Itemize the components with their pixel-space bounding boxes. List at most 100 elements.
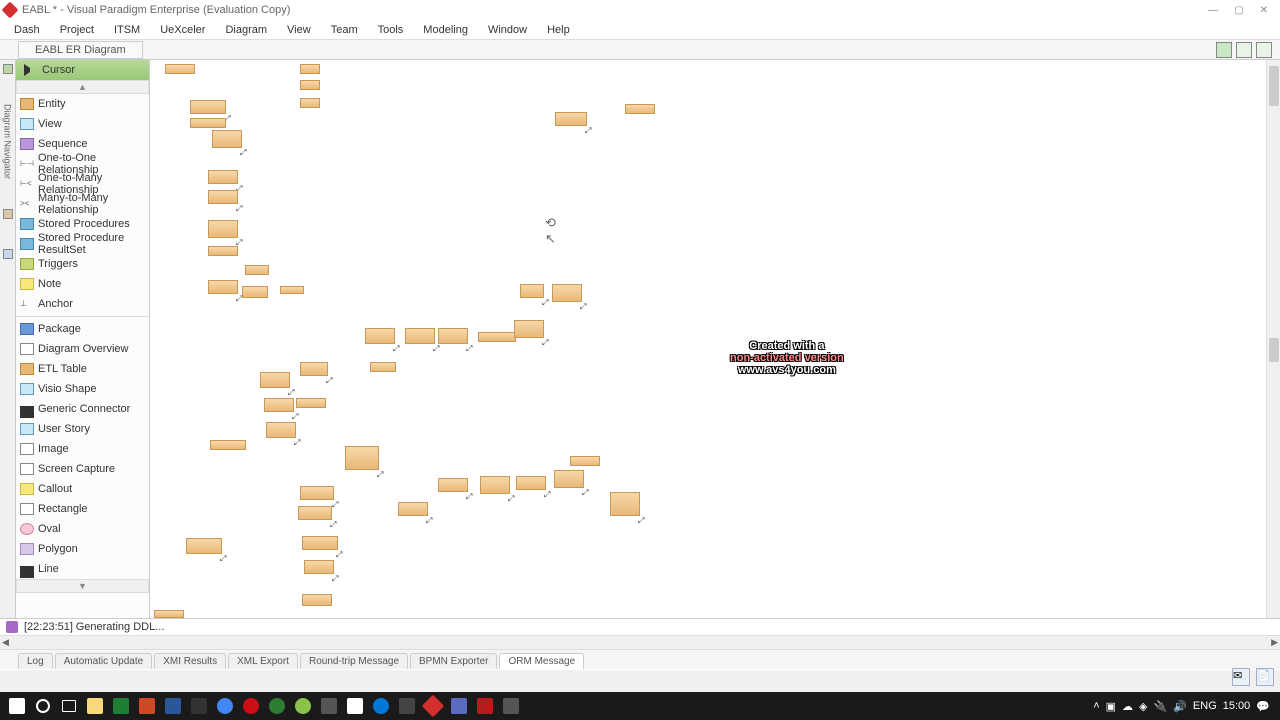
entity-box[interactable] [300, 98, 320, 108]
palette-rectangle[interactable]: Rectangle [16, 499, 149, 519]
palette-visio[interactable]: Visio Shape [16, 379, 149, 399]
taskbar-acrobat[interactable] [472, 694, 498, 718]
palette-scroll-up[interactable]: ▲ [16, 80, 149, 94]
palette-callout[interactable]: Callout [16, 479, 149, 499]
menu-uexceler[interactable]: UeXceler [150, 22, 215, 38]
entity-box[interactable] [190, 118, 226, 128]
toolbar-icon-1[interactable] [1216, 42, 1232, 58]
expand-icon[interactable]: ⤢ [466, 492, 474, 500]
cortana-button[interactable] [30, 694, 56, 718]
expand-icon[interactable]: ⤢ [332, 574, 340, 582]
expand-icon[interactable]: ⤢ [292, 412, 300, 420]
expand-icon[interactable]: ⤢ [236, 238, 244, 246]
menu-view[interactable]: View [277, 22, 321, 38]
entity-box[interactable] [478, 332, 516, 342]
expand-icon[interactable]: ⤢ [336, 550, 344, 558]
taskbar-explorer[interactable] [82, 694, 108, 718]
entity-box[interactable] [208, 280, 238, 294]
expand-icon[interactable]: ⤢ [330, 520, 338, 528]
minimize-button[interactable]: — [1208, 5, 1218, 16]
taskbar-excel[interactable] [108, 694, 134, 718]
tray-clock[interactable]: 15:00 [1223, 700, 1251, 712]
task-view-button[interactable] [56, 694, 82, 718]
palette-cursor[interactable]: Cursor [16, 60, 149, 80]
entity-box[interactable] [296, 398, 326, 408]
taskbar-edge[interactable] [368, 694, 394, 718]
entity-box[interactable] [154, 610, 184, 618]
palette-many-many[interactable]: ><Many-to-Many Relationship [16, 194, 149, 214]
entity-box[interactable] [212, 130, 242, 148]
bottom-tab-xmi-results[interactable]: XMI Results [154, 653, 226, 669]
entity-box[interactable] [266, 422, 296, 438]
taskbar-app-4[interactable] [316, 694, 342, 718]
bottom-tab-automatic-update[interactable]: Automatic Update [55, 653, 153, 669]
bottom-tab-round-trip-message[interactable]: Round-trip Message [300, 653, 408, 669]
sidebar-icon-3[interactable] [3, 249, 13, 259]
palette-polygon[interactable]: Polygon [16, 539, 149, 559]
taskbar-powerpoint[interactable] [134, 694, 160, 718]
tray-icon-power[interactable]: 🔌 [1154, 700, 1168, 713]
expand-icon[interactable]: ⤢ [638, 516, 646, 524]
palette-screen-cap[interactable]: Screen Capture [16, 459, 149, 479]
entity-box[interactable] [300, 80, 320, 90]
menu-diagram[interactable]: Diagram [215, 22, 277, 38]
expand-icon[interactable]: ⤢ [466, 344, 474, 352]
menu-team[interactable]: Team [321, 22, 368, 38]
palette-user-story[interactable]: User Story [16, 419, 149, 439]
system-tray[interactable]: ˄ ▣ ☁ ◈ 🔌 🔊 ENG 15:00 💬 [1093, 700, 1276, 713]
expand-icon[interactable]: ⤢ [580, 302, 588, 310]
entity-box[interactable] [520, 284, 544, 298]
taskbar-app-2[interactable] [264, 694, 290, 718]
entity-box[interactable] [302, 536, 338, 550]
toolbar-icon-3[interactable] [1256, 42, 1272, 58]
taskbar-mail[interactable] [342, 694, 368, 718]
entity-box[interactable] [514, 320, 544, 338]
expand-icon[interactable]: ⤢ [542, 338, 550, 346]
toolbar-icon-2[interactable] [1236, 42, 1252, 58]
expand-icon[interactable]: ⤢ [393, 344, 401, 352]
tray-icon-1[interactable]: ▣ [1106, 700, 1116, 713]
entity-box[interactable] [405, 328, 435, 344]
maximize-button[interactable]: ▢ [1234, 5, 1243, 16]
taskbar-app-3[interactable] [290, 694, 316, 718]
status-doc-icon[interactable]: 📄 [1256, 668, 1274, 686]
entity-box[interactable] [555, 112, 587, 126]
expand-icon[interactable]: ⤢ [377, 470, 385, 478]
bottom-tab-orm-message[interactable]: ORM Message [499, 653, 584, 669]
palette-generic-conn[interactable]: Generic Connector [16, 399, 149, 419]
tray-icon-2[interactable]: ☁ [1122, 700, 1133, 713]
menu-itsm[interactable]: ITSM [104, 22, 150, 38]
entity-box[interactable] [398, 502, 428, 516]
entity-box[interactable] [264, 398, 294, 412]
palette-anchor[interactable]: ⊥Anchor [16, 294, 149, 314]
entity-box[interactable] [208, 246, 238, 256]
entity-box[interactable] [208, 170, 238, 184]
entity-box[interactable] [570, 456, 600, 466]
sidebar-icon-2[interactable] [3, 209, 13, 219]
entity-box[interactable] [210, 440, 246, 450]
entity-box[interactable] [298, 506, 332, 520]
menu-project[interactable]: Project [50, 22, 104, 38]
entity-box[interactable] [208, 190, 238, 204]
entity-box[interactable] [480, 476, 510, 494]
palette-oval[interactable]: Oval [16, 519, 149, 539]
taskbar-chrome[interactable] [212, 694, 238, 718]
expand-icon[interactable]: ⤢ [582, 488, 590, 496]
menu-window[interactable]: Window [478, 22, 537, 38]
bottom-tab-xml-export[interactable]: XML Export [228, 653, 298, 669]
entity-box[interactable] [345, 446, 379, 470]
palette-stored-proc-rs[interactable]: Stored Procedure ResultSet [16, 234, 149, 254]
palette-entity[interactable]: Entity [16, 94, 149, 114]
menu-tools[interactable]: Tools [368, 22, 414, 38]
entity-box[interactable] [302, 594, 332, 606]
entity-box[interactable] [300, 486, 334, 500]
entity-box[interactable] [365, 328, 395, 344]
expand-icon[interactable]: ⤢ [240, 148, 248, 156]
entity-box[interactable] [208, 220, 238, 238]
taskbar-visual-paradigm[interactable] [420, 694, 446, 718]
entity-box[interactable] [245, 265, 269, 275]
entity-box[interactable] [516, 476, 546, 490]
palette-line[interactable]: Line [16, 559, 149, 579]
palette-triggers[interactable]: Triggers [16, 254, 149, 274]
entity-box[interactable] [242, 286, 268, 298]
